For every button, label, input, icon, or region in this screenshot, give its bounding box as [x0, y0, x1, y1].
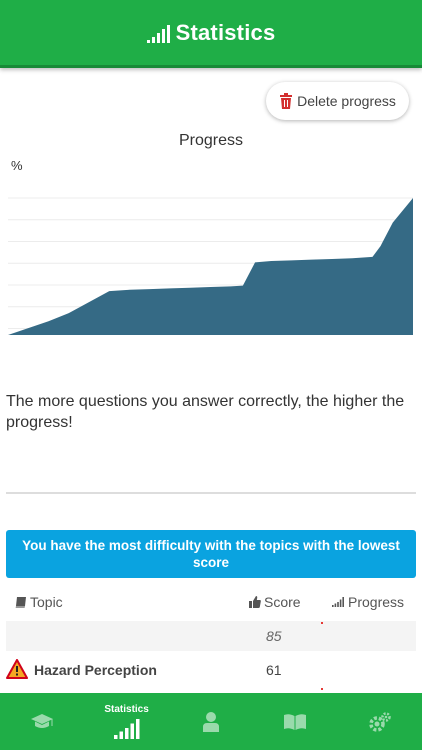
signal-bars-icon: [113, 719, 140, 739]
row-topic: Hazard Perception: [34, 662, 157, 678]
topic-column-header[interactable]: Topic: [15, 594, 63, 610]
book-icon: [15, 596, 26, 608]
gears-icon: [369, 711, 391, 732]
delete-progress-label: Delete progress: [297, 93, 396, 109]
progress-area: [8, 198, 413, 335]
progress-column-header[interactable]: Progress: [332, 594, 404, 610]
thumbs-up-icon: [249, 596, 261, 608]
table-row[interactable]: 85: [6, 621, 416, 651]
warning-icon: [6, 659, 28, 679]
page-title: Statistics: [175, 19, 276, 45]
chart-unit-label: %: [11, 158, 23, 173]
trash-icon: [280, 93, 293, 109]
bottom-nav: Statistics: [0, 693, 422, 750]
progress-indicator: [321, 622, 323, 624]
nav-statistics[interactable]: Statistics: [97, 693, 157, 750]
row-score: 85: [266, 628, 282, 644]
user-icon: [202, 711, 219, 732]
nav-settings[interactable]: [350, 693, 410, 750]
delete-progress-button[interactable]: Delete progress: [266, 82, 409, 120]
progress-indicator: [321, 688, 323, 690]
nav-learn[interactable]: [12, 693, 72, 750]
progress-header-label: Progress: [348, 594, 405, 610]
score-column-header[interactable]: Score: [249, 594, 301, 610]
topic-header-label: Topic: [30, 594, 63, 610]
progress-chart: [8, 197, 413, 335]
nav-statistics-label: Statistics: [104, 704, 149, 715]
graduation-cap-icon: [31, 713, 54, 728]
signal-bars-icon: [332, 597, 344, 607]
nav-profile[interactable]: [181, 693, 241, 750]
signal-bars-icon: [146, 24, 170, 43]
score-header-label: Score: [264, 594, 301, 610]
row-score: 61: [266, 662, 282, 678]
book-icon: [284, 713, 307, 730]
chart-title: Progress: [178, 132, 244, 149]
table-row[interactable]: Hazard Perception 61: [6, 655, 416, 690]
difficulty-banner: You have the most difficulty with the to…: [6, 530, 416, 578]
app-header: Statistics: [0, 0, 422, 68]
divider: [6, 492, 416, 494]
table-header: Topic Score Progress: [0, 590, 422, 618]
nav-book[interactable]: [265, 693, 325, 750]
info-text: The more questions you answer correctly,…: [6, 393, 405, 431]
